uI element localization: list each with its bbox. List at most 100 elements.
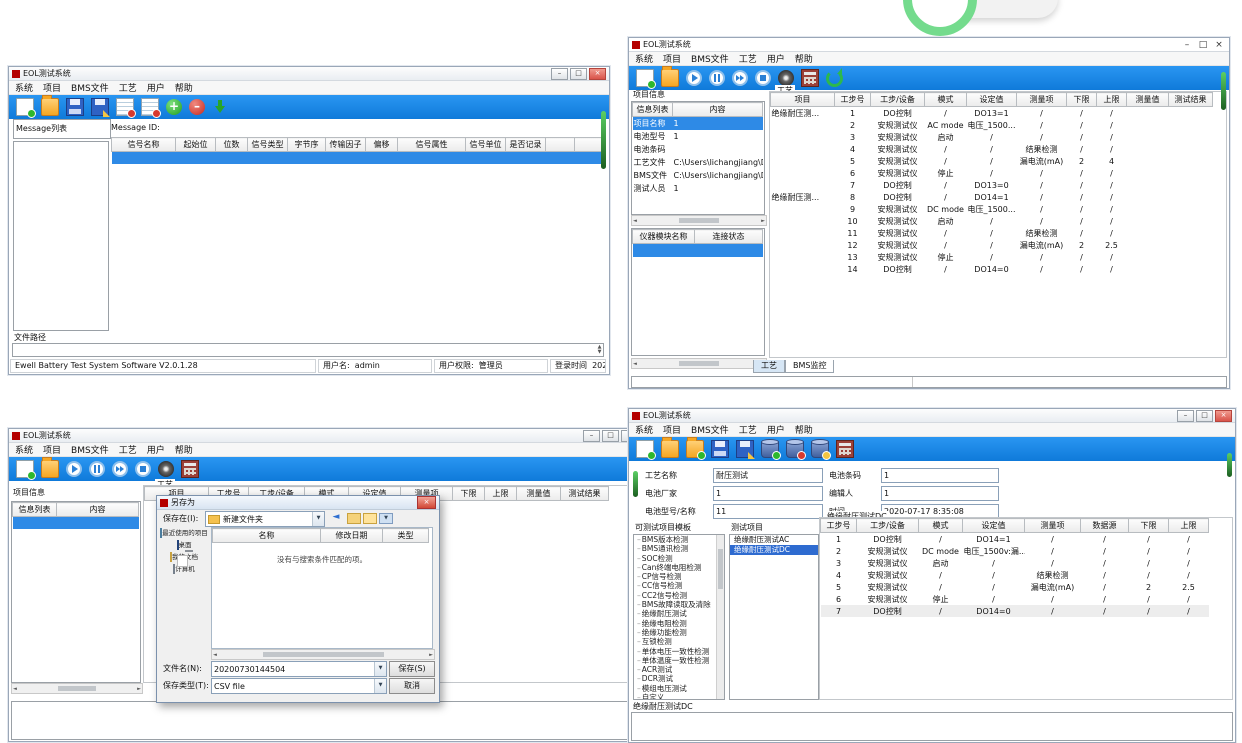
pause-icon[interactable] bbox=[89, 461, 105, 477]
table-row[interactable]: 6安规测试仪停止///// bbox=[821, 593, 1231, 605]
scroll-thumb[interactable] bbox=[263, 652, 384, 657]
maximize-button[interactable]: □ bbox=[1196, 410, 1213, 422]
scroll-thumb[interactable] bbox=[718, 549, 723, 589]
table-row[interactable]: BMS文件C:\Users\lichangjiang\Desktop\ bbox=[633, 169, 763, 182]
scroll-thumb[interactable] bbox=[679, 218, 719, 223]
table-row[interactable]: 2安规测试仪AC mode电压_1500.../// bbox=[771, 119, 1225, 131]
template-item[interactable]: BMS故障读取及清除 bbox=[634, 600, 717, 609]
column-header[interactable]: 字节序 bbox=[288, 138, 326, 152]
save-as-icon[interactable] bbox=[91, 98, 109, 116]
dropdown-arrow-icon[interactable]: ▼ bbox=[374, 662, 386, 676]
column-header[interactable]: 偏移 bbox=[366, 138, 398, 152]
column-header[interactable] bbox=[546, 138, 575, 152]
scroll-thumb[interactable] bbox=[58, 686, 96, 691]
open-folder-icon[interactable] bbox=[41, 460, 59, 478]
column-header[interactable]: 测试结果 bbox=[1169, 93, 1213, 107]
scroll-left-icon[interactable]: ◄ bbox=[213, 652, 217, 658]
column-header[interactable]: 上限 bbox=[1097, 93, 1127, 107]
column-header[interactable]: 是否记录 bbox=[506, 138, 546, 152]
dropdown-arrow-icon[interactable]: ▼ bbox=[374, 679, 386, 693]
table-row[interactable]: 5安规测试仪//漏电流(mA)/22.5 bbox=[821, 581, 1231, 593]
template-item[interactable]: SOC检测 bbox=[634, 554, 717, 563]
menu-item[interactable]: 系统 bbox=[15, 443, 33, 456]
scroll-thumb[interactable] bbox=[679, 361, 719, 366]
menu-item[interactable]: 项目 bbox=[663, 52, 681, 65]
fast-forward-icon[interactable] bbox=[732, 70, 748, 86]
open-folder-icon[interactable] bbox=[661, 440, 679, 458]
minimize-button[interactable]: – bbox=[1180, 40, 1194, 50]
menu-item[interactable]: 用户 bbox=[147, 443, 165, 456]
save-icon[interactable] bbox=[66, 98, 84, 116]
message-list-panel[interactable] bbox=[13, 141, 109, 331]
menu-item[interactable]: 系统 bbox=[635, 52, 653, 65]
battery-maker-field[interactable]: 1 bbox=[713, 486, 823, 501]
template-item[interactable]: ACR测试 bbox=[634, 665, 717, 674]
menu-item[interactable]: 帮助 bbox=[175, 443, 193, 456]
column-header[interactable]: 测量值 bbox=[1127, 93, 1169, 107]
remove-circle-icon[interactable] bbox=[189, 99, 205, 115]
table-row[interactable]: 9安规测试仪DC mode电压_1500.../// bbox=[771, 203, 1225, 215]
column-header[interactable]: 内容 bbox=[673, 103, 763, 117]
scroll-right-icon[interactable]: ► bbox=[137, 686, 141, 692]
template-item[interactable]: 绝缘功能检测 bbox=[634, 628, 717, 637]
save-in-combobox[interactable]: 新建文件夹 ▼ bbox=[205, 511, 325, 527]
place-recent[interactable]: 最近使用的项目 bbox=[160, 530, 208, 537]
calculator-icon[interactable] bbox=[181, 460, 199, 478]
column-header[interactable]: 信号属性 bbox=[398, 138, 466, 152]
template-item[interactable]: 模组电压测试 bbox=[634, 684, 717, 693]
minimize-button[interactable]: – bbox=[551, 68, 568, 80]
vertical-scrollbar[interactable] bbox=[716, 535, 724, 699]
table-row[interactable]: 12安规测试仪//漏电流(mA)22.5 bbox=[771, 239, 1225, 251]
table-row[interactable] bbox=[112, 152, 604, 165]
new-file-icon[interactable] bbox=[16, 98, 34, 116]
up-folder-icon[interactable] bbox=[347, 513, 361, 524]
calculator-icon[interactable] bbox=[836, 440, 854, 458]
menu-item[interactable]: 帮助 bbox=[795, 52, 813, 65]
table-row[interactable]: 3安规测试仪启动///// bbox=[821, 557, 1231, 569]
template-item[interactable]: 单体温度一致性检测 bbox=[634, 656, 717, 665]
column-header[interactable]: 信号名称 bbox=[112, 138, 176, 152]
table-row[interactable]: 7DO控制/DO13=0/// bbox=[771, 179, 1225, 191]
close-button[interactable]: × bbox=[1212, 40, 1226, 50]
db-delete-icon[interactable] bbox=[786, 440, 804, 458]
tab-bms-monitor[interactable]: BMS监控 bbox=[785, 360, 834, 373]
menu-item[interactable]: BMS文件 bbox=[691, 423, 729, 436]
column-header[interactable]: 位数 bbox=[216, 138, 248, 152]
new-file-icon[interactable] bbox=[16, 460, 34, 478]
table-row[interactable]: 7DO控制/DO14=0//// bbox=[821, 605, 1231, 617]
new-file-icon[interactable] bbox=[636, 69, 654, 87]
column-header[interactable]: 测量值 bbox=[517, 487, 561, 501]
filename-combobox[interactable]: 20200730144504 ▼ bbox=[211, 661, 387, 677]
test-item[interactable]: 绝缘耐压测试DC bbox=[730, 545, 818, 555]
stop-icon[interactable] bbox=[755, 70, 771, 86]
template-item[interactable]: 绝缘耐压测试 bbox=[634, 609, 717, 618]
fast-forward-icon[interactable] bbox=[112, 461, 128, 477]
column-header[interactable]: 信号类型 bbox=[248, 138, 288, 152]
table-row[interactable]: 6安规测试仪停止//// bbox=[771, 167, 1225, 179]
table-row[interactable]: 4安规测试仪//结果检测/// bbox=[821, 569, 1231, 581]
db-edit-icon[interactable] bbox=[811, 440, 829, 458]
calculator-icon[interactable] bbox=[801, 69, 819, 87]
new-folder-icon[interactable] bbox=[363, 513, 377, 524]
template-item[interactable]: DCR测试 bbox=[634, 674, 717, 683]
maximize-button[interactable]: □ bbox=[570, 68, 587, 80]
open-folder-icon[interactable] bbox=[41, 98, 59, 116]
column-header[interactable]: 工步/设备 bbox=[857, 519, 919, 533]
table-row[interactable] bbox=[633, 244, 763, 258]
table-row[interactable]: 电池型号1 bbox=[633, 130, 763, 143]
delete-table-icon[interactable] bbox=[141, 98, 159, 116]
template-item[interactable]: 互锁检测 bbox=[634, 637, 717, 646]
column-header[interactable]: 起始位 bbox=[176, 138, 216, 152]
template-item[interactable]: CC2信号检测 bbox=[634, 591, 717, 600]
horizontal-scrollbar[interactable]: ◄► bbox=[211, 649, 435, 660]
menu-item[interactable]: 项目 bbox=[43, 81, 61, 94]
menu-item[interactable]: 工艺 bbox=[119, 81, 137, 94]
column-header[interactable]: 下限 bbox=[1067, 93, 1097, 107]
table-row[interactable]: 10安规测试仪启动//// bbox=[771, 215, 1225, 227]
disc-icon[interactable] bbox=[158, 461, 174, 477]
scroll-right-icon[interactable]: ► bbox=[429, 652, 433, 658]
column-header[interactable]: 内容 bbox=[57, 503, 139, 517]
instrument-module-panel[interactable]: 仪器模块名称连接状态 bbox=[631, 228, 765, 356]
table-row[interactable]: 11安规测试仪//结果检测// bbox=[771, 227, 1225, 239]
template-item[interactable]: CP信号检测 bbox=[634, 572, 717, 581]
